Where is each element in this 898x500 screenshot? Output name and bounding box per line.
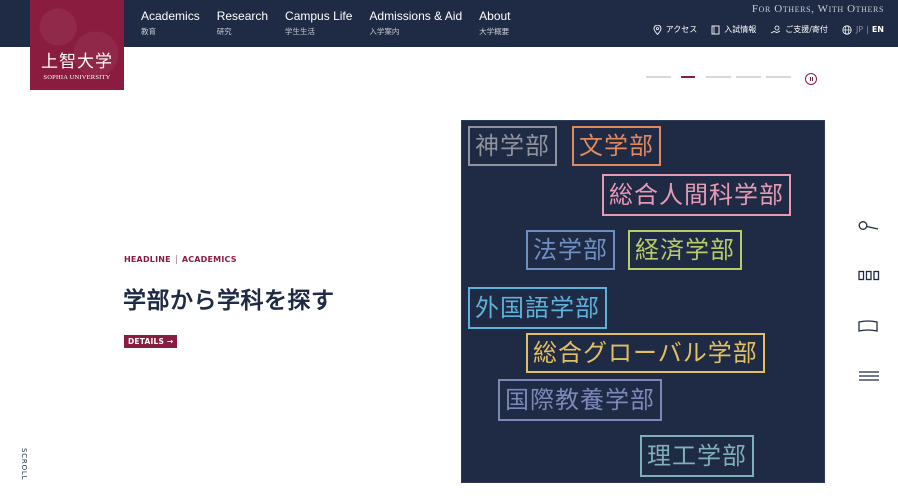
logo-en-text: SOPHIA UNIVERSITY xyxy=(43,74,111,81)
globe-icon xyxy=(842,24,852,35)
slider-pagination xyxy=(646,76,796,78)
nav-sublabel: 教育 xyxy=(141,27,156,36)
support-donate-link[interactable]: ご支援/寄付 xyxy=(770,24,828,35)
nav-label: Admissions & Aid xyxy=(369,9,463,23)
kicker-divider xyxy=(175,255,177,264)
nav-sublabel: 研究 xyxy=(216,27,232,36)
kicker-headline: HEADLINE xyxy=(124,255,171,264)
access-link[interactable]: アクセス xyxy=(653,24,698,35)
faculty-science-engineering: 理工学部 xyxy=(640,435,754,477)
nav-admissions[interactable]: Admissions & Aid 入学案内 xyxy=(369,9,462,37)
lang-en-link[interactable]: EN xyxy=(872,25,884,34)
faculty-board-image[interactable]: 神学部 文学部 総合人間科学部 法学部 経済学部 外国語学部 総合グローバル学部… xyxy=(461,120,825,483)
faculty-law: 法学部 xyxy=(526,230,615,270)
admissions-info-label: 入試情報 xyxy=(724,25,757,34)
nav-label: Campus Life xyxy=(285,9,353,23)
support-donate-label: ご支援/寄付 xyxy=(785,25,828,34)
nav-label: About xyxy=(479,9,511,23)
university-motto: For Others, With Others xyxy=(751,3,884,15)
logo-jp-text: 上智大学 xyxy=(41,52,113,72)
hand-coin-icon xyxy=(771,25,781,33)
nav-sublabel: 大学概要 xyxy=(479,27,510,36)
flag-icon[interactable] xyxy=(858,320,880,335)
slide-indicator[interactable] xyxy=(736,76,761,78)
location-pin-icon xyxy=(653,24,662,35)
admissions-info-link[interactable]: 入試情報 xyxy=(711,24,756,35)
slide-indicator[interactable] xyxy=(706,76,731,78)
menu-icon[interactable] xyxy=(858,370,880,385)
slide-indicator[interactable] xyxy=(646,76,671,78)
nav-academics[interactable]: Academics 教育 xyxy=(141,9,200,37)
lang-jp-link[interactable]: JP xyxy=(856,25,863,34)
nav-sublabel: 入学案内 xyxy=(369,27,400,36)
grid-icon[interactable] xyxy=(858,270,880,285)
faculty-economics: 経済学部 xyxy=(628,230,742,270)
slide-indicator[interactable] xyxy=(681,76,695,78)
nav-label: Research xyxy=(216,9,269,23)
faculty-foreign-studies: 外国語学部 xyxy=(468,287,607,329)
nav-research[interactable]: Research 研究 xyxy=(217,9,268,37)
faculty-human-sciences: 総合人間科学部 xyxy=(602,174,791,216)
pause-icon[interactable] xyxy=(805,73,817,85)
lang-separator: | xyxy=(866,25,869,34)
top-navigation-bar: Academics 教育 Research 研究 Campus Life 学生生… xyxy=(0,0,898,47)
access-label: アクセス xyxy=(665,25,698,34)
scroll-indicator[interactable]: SCROLL xyxy=(20,448,28,480)
main-nav: Academics 教育 Research 研究 Campus Life 学生生… xyxy=(141,9,528,37)
nav-sublabel: 学生生活 xyxy=(285,27,316,36)
faculty-global-studies: 総合グローバル学部 xyxy=(526,333,765,373)
faculty-humanities: 文学部 xyxy=(572,126,661,166)
kicker-category: ACADEMICS xyxy=(181,255,237,264)
nav-label: Academics xyxy=(141,9,200,23)
nav-about[interactable]: About 大学概要 xyxy=(479,9,510,37)
details-button[interactable]: DETAILS → xyxy=(124,335,178,348)
faculty-theology: 神学部 xyxy=(468,126,557,166)
utility-links: アクセス 入試情報 ご支援/寄付 JP | EN xyxy=(639,24,884,35)
hero-kicker: HEADLINE ACADEMICS xyxy=(124,255,237,264)
search-icon[interactable] xyxy=(858,220,880,235)
hero-headline: 学部から学科を探す xyxy=(123,287,335,314)
university-logo[interactable]: 上智大学 SOPHIA UNIVERSITY xyxy=(30,0,124,90)
nav-campus-life[interactable]: Campus Life 学生生活 xyxy=(285,9,352,37)
faculty-liberal-arts: 国際教養学部 xyxy=(498,379,662,421)
language-switcher: JP | EN xyxy=(842,24,884,35)
book-icon xyxy=(711,25,720,34)
slide-indicator[interactable] xyxy=(766,76,791,78)
